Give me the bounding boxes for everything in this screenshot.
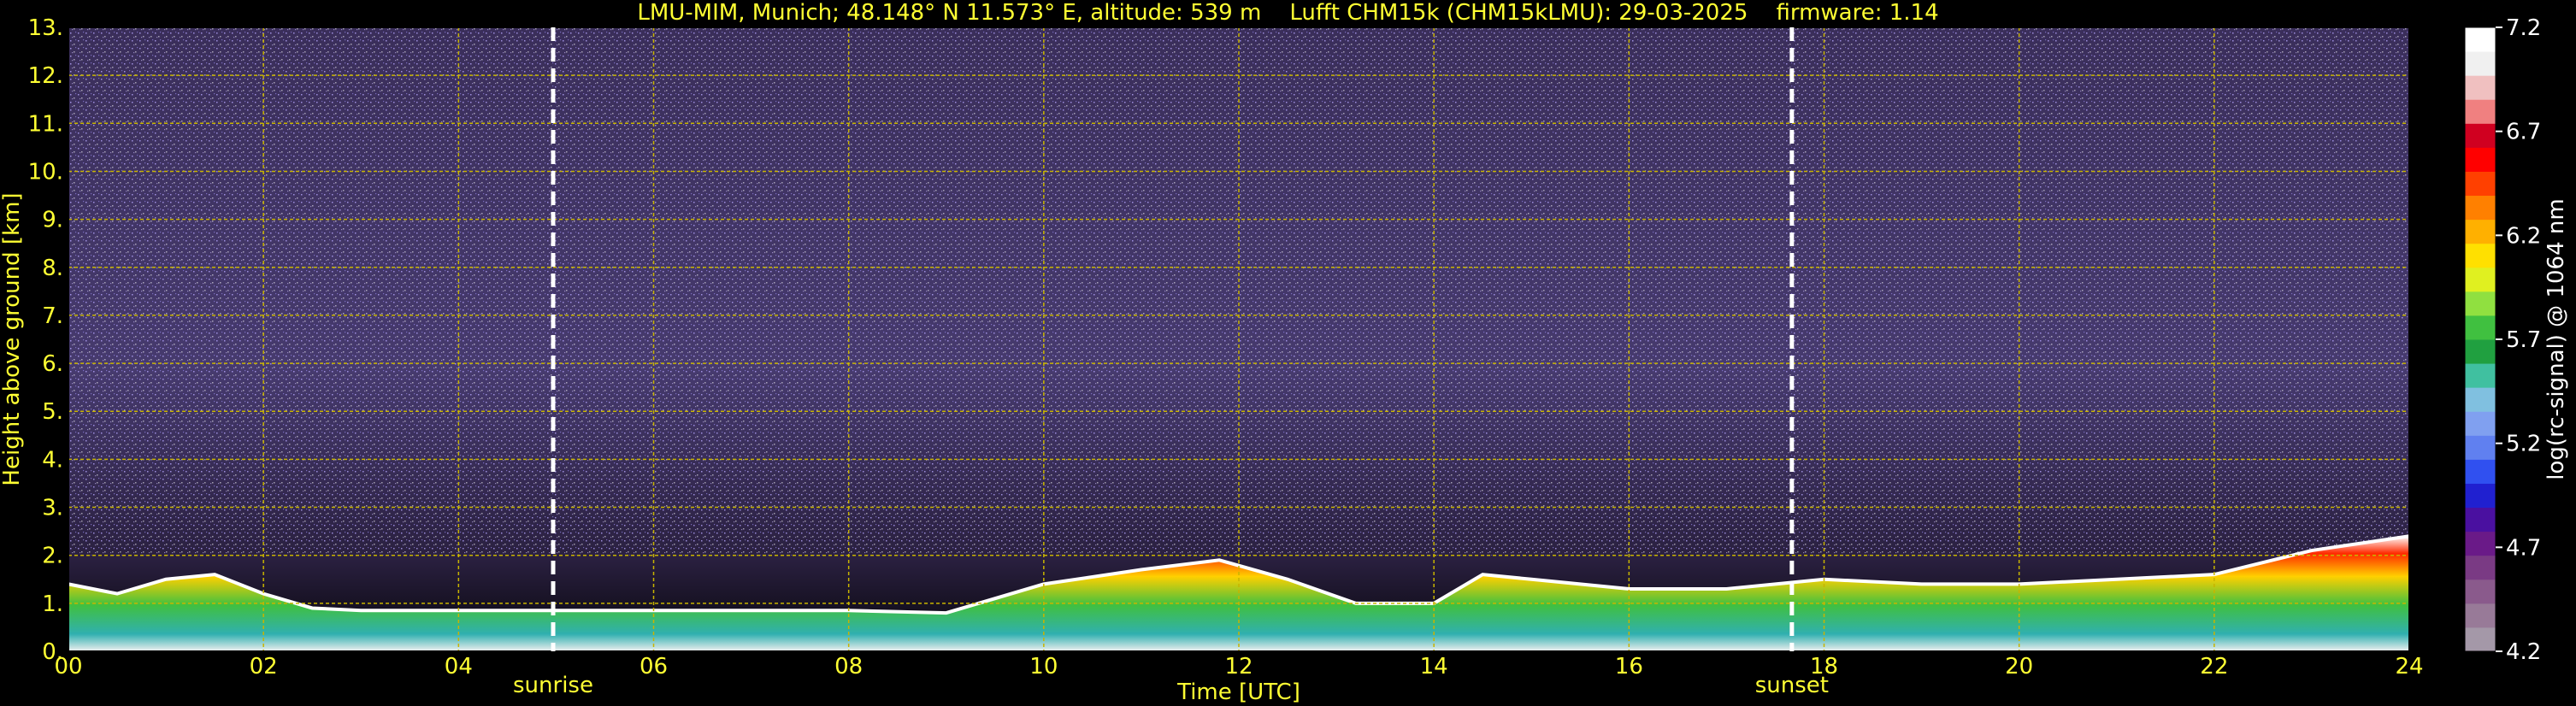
colorbar-tick-label: 4.7: [2506, 535, 2541, 561]
colorbar-segment: [2465, 555, 2496, 580]
colorbar-tick-label: 6.7: [2506, 120, 2541, 145]
y-tick-label: 11.: [28, 111, 63, 137]
ceilometer-plot: LMU-MIM, Munich; 48.148° N 11.573° E, al…: [0, 0, 2576, 706]
y-tick-label: 10.: [28, 159, 63, 185]
x-tick-label: 10: [1029, 654, 1058, 680]
colorbar-segment: [2465, 603, 2496, 628]
colorbar-tick-label: 6.2: [2506, 223, 2541, 249]
y-tick-label: 9.: [42, 208, 63, 233]
y-tick-label: 0.: [42, 639, 63, 665]
colorbar-segment: [2465, 315, 2496, 340]
x-axis-label: Time [UTC]: [1176, 680, 1300, 705]
colorbar-segment: [2465, 579, 2496, 604]
x-tick-label: 06: [640, 654, 668, 680]
colorbar-segment: [2465, 27, 2496, 52]
x-tick-label: 02: [250, 654, 278, 680]
sunrise-label: sunrise: [513, 673, 593, 698]
y-tick-label: 7.: [42, 303, 63, 329]
y-tick-label: 3.: [42, 496, 63, 521]
colorbar-segment: [2465, 363, 2496, 388]
colorbar-segment: [2465, 435, 2496, 460]
colorbar-segment: [2465, 507, 2496, 532]
x-tick-label: 14: [1420, 654, 1448, 680]
colorbar-segment: [2465, 627, 2496, 652]
x-tick-label: 16: [1615, 654, 1643, 680]
y-tick-label: 1.: [42, 591, 63, 617]
colorbar-tick-label: 5.7: [2506, 327, 2541, 353]
colorbar-segment: [2465, 75, 2496, 100]
colorbar-tick-label: 4.2: [2506, 639, 2541, 665]
colorbar-segment: [2465, 387, 2496, 412]
colorbar-segment: [2465, 267, 2496, 292]
colorbar-segment: [2465, 531, 2496, 556]
colorbar-segment: [2465, 51, 2496, 76]
x-tick-label: 12: [1224, 654, 1253, 680]
colorbar-segment: [2465, 411, 2496, 436]
colorbar-segment: [2465, 291, 2496, 316]
colorbar-segment: [2465, 339, 2496, 364]
colorbar-segment: [2465, 459, 2496, 484]
y-tick-label: 12.: [28, 63, 63, 89]
colorbar-segment: [2465, 171, 2496, 197]
y-tick-label: 6.: [42, 351, 63, 377]
x-tick-label: 20: [2005, 654, 2033, 680]
x-tick-label: 08: [834, 654, 863, 680]
colorbar-tick-label: 5.2: [2506, 432, 2541, 457]
y-tick-label: 8.: [42, 256, 63, 281]
y-tick-label: 13.: [28, 15, 63, 41]
y-axis-label: Height above ground [km]: [0, 192, 25, 485]
colorbar-segment: [2465, 219, 2496, 244]
colorbar-segment: [2465, 147, 2496, 172]
chart-svg: 00 02 04 06 08 10 12 14 16 18 20 22 240.1.2.3.4.5.6.…: [0, 15, 2569, 705]
colorbar-segment: [2465, 195, 2496, 221]
colorbar-segment: [2465, 99, 2496, 124]
x-tick-label: 24: [2395, 654, 2423, 680]
colorbar-tick-label: 7.2: [2506, 15, 2541, 41]
colorbar-segment: [2465, 123, 2496, 148]
colorbar-segment: [2465, 483, 2496, 509]
colorbar-label: log(rc-signal) @ 1064 nm: [2544, 198, 2569, 479]
sunset-label: sunset: [1755, 673, 1829, 698]
y-tick-label: 5.: [42, 399, 63, 425]
y-tick-label: 4.: [42, 447, 63, 473]
y-tick-label: 2.: [42, 544, 63, 569]
x-tick-label: 22: [2200, 654, 2228, 680]
x-tick-label: 04: [445, 654, 473, 680]
colorbar-segment: [2465, 243, 2496, 268]
